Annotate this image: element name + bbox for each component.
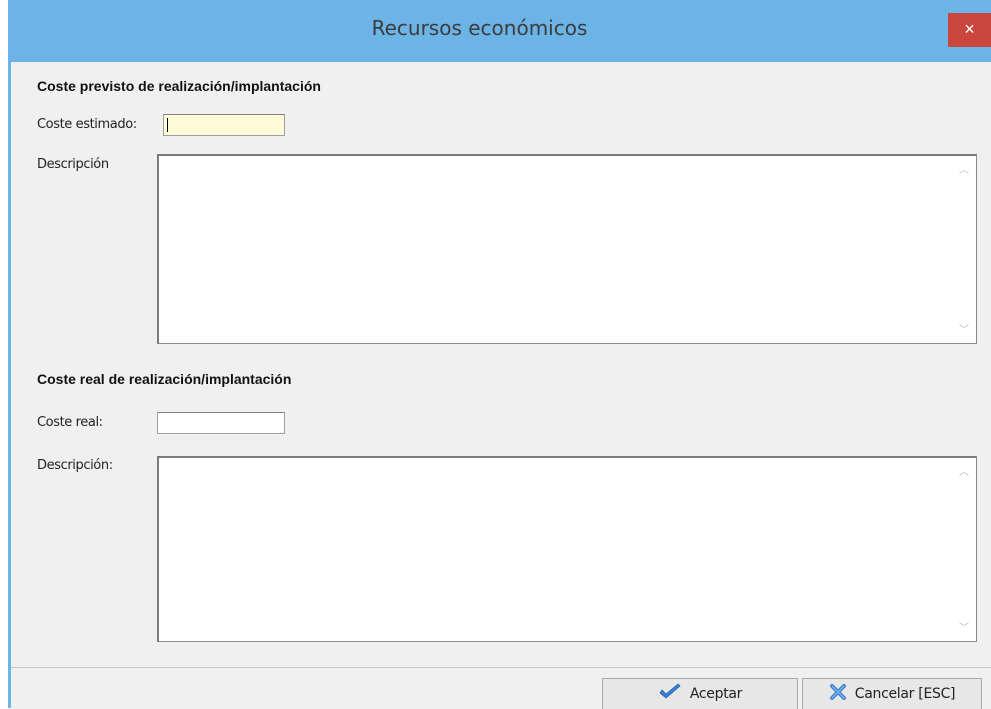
dialog-window: Recursos económicos × Coste previsto de … [8, 0, 991, 709]
cancel-button[interactable]: Cancelar [ESC] [802, 678, 982, 709]
close-button[interactable]: × [948, 13, 991, 47]
accept-button-label: Aceptar [689, 686, 743, 702]
cross-icon [829, 683, 847, 705]
real-cost-section-title: Coste real de realización/implantación [37, 371, 292, 387]
text-caret [167, 118, 168, 132]
scroll-down-icon[interactable]: ﹀ [958, 623, 970, 635]
real-cost-label: Coste real: [37, 415, 103, 430]
scroll-up-icon[interactable]: ︿ [958, 165, 970, 177]
real-description-textarea[interactable]: ︿ ﹀ [157, 456, 977, 642]
window-title: Recursos económicos [371, 16, 588, 40]
checkmark-icon [658, 683, 682, 705]
planned-description-textarea[interactable]: ︿ ﹀ [157, 154, 977, 344]
close-icon: × [964, 19, 975, 39]
planned-cost-section-title: Coste previsto de realización/implantaci… [37, 78, 321, 94]
title-bar[interactable]: Recursos económicos × [8, 0, 991, 62]
real-cost-input[interactable] [157, 412, 285, 434]
estimated-cost-label: Coste estimado: [37, 117, 137, 132]
real-description-label: Descripción: [37, 458, 113, 473]
estimated-cost-input[interactable] [163, 114, 285, 136]
scroll-up-icon[interactable]: ︿ [958, 467, 970, 479]
button-bar: Aceptar Cancelar [ESC] [11, 667, 991, 709]
scroll-down-icon[interactable]: ﹀ [958, 325, 970, 337]
accept-button[interactable]: Aceptar [602, 678, 798, 709]
cancel-button-label: Cancelar [ESC] [854, 686, 956, 702]
planned-description-label: Descripción [37, 157, 109, 172]
dialog-body: Coste previsto de realización/implantaci… [11, 62, 991, 667]
